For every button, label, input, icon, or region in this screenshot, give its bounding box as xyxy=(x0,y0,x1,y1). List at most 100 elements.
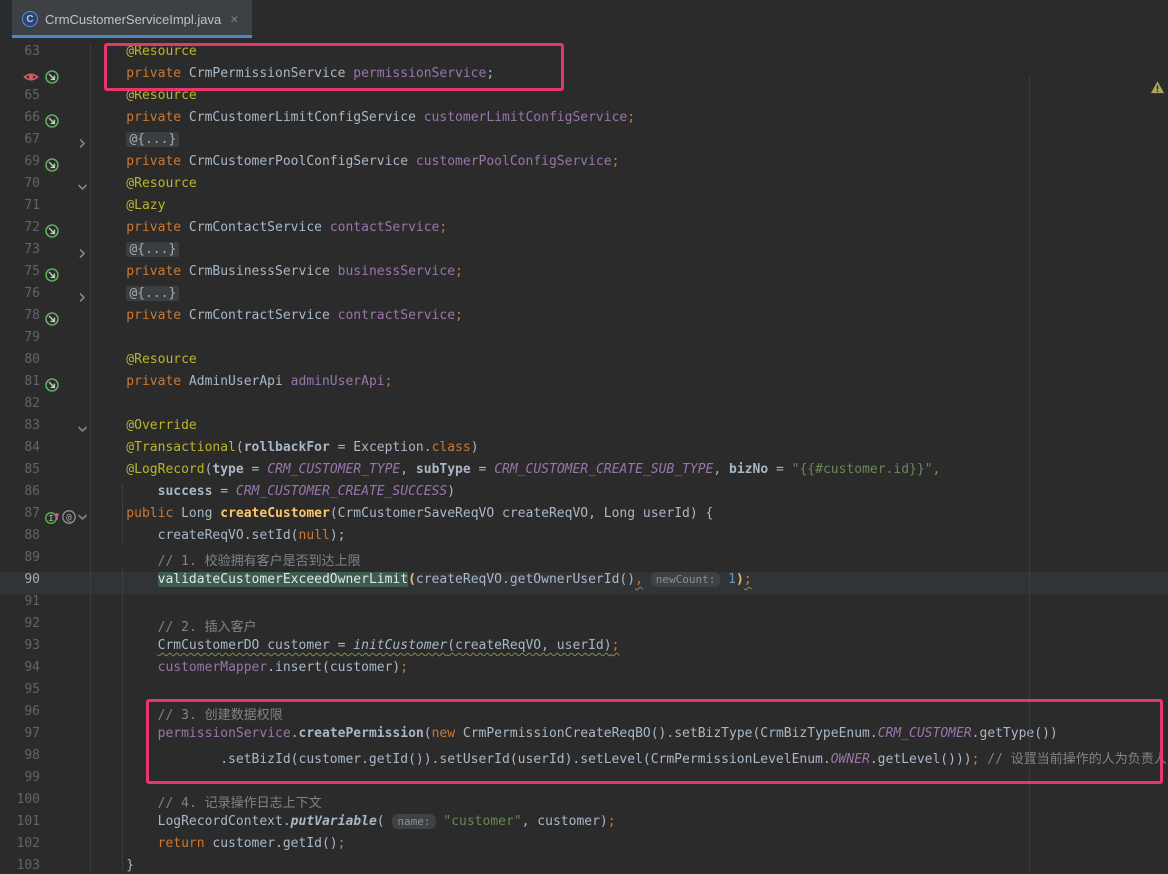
code-line[interactable]: 81 private AdminUserApi adminUserApi; xyxy=(0,374,1168,396)
code-line[interactable]: 78 private CrmContractService contractSe… xyxy=(0,308,1168,330)
code-line[interactable]: 86 success = CRM_CUSTOMER_CREATE_SUCCESS… xyxy=(0,484,1168,506)
fold-chevron-collapsed-icon[interactable] xyxy=(74,135,90,151)
fold-chevron-collapsed-icon[interactable] xyxy=(74,245,90,261)
code-text[interactable]: private AdminUserApi adminUserApi; xyxy=(91,374,392,396)
code-text[interactable]: .setBizId(customer.getId()).setUserId(us… xyxy=(91,748,1167,770)
code-line[interactable]: 82 xyxy=(0,396,1168,418)
watchpoint-eye-icon[interactable] xyxy=(23,69,39,85)
code-editor[interactable]: 63 @Resource private CrmPermissionServic… xyxy=(0,38,1168,874)
code-text[interactable]: @{...} xyxy=(91,286,179,308)
code-line[interactable]: 93 CrmCustomerDO customer = initCustomer… xyxy=(0,638,1168,660)
code-text[interactable]: LogRecordContext.putVariable( name: "cus… xyxy=(91,814,616,836)
code-text[interactable]: @{...} xyxy=(91,242,179,264)
spring-bean-icon[interactable] xyxy=(44,311,60,327)
code-text[interactable]: public Long createCustomer(CrmCustomerSa… xyxy=(91,506,713,528)
spring-bean-icon[interactable] xyxy=(44,267,60,283)
code-text[interactable] xyxy=(91,682,95,704)
code-line[interactable]: 69 private CrmCustomerPoolConfigService … xyxy=(0,154,1168,176)
code-line[interactable]: 103 } xyxy=(0,858,1168,874)
code-text[interactable]: return customer.getId(); xyxy=(91,836,345,858)
code-line[interactable]: 85 @LogRecord(type = CRM_CUSTOMER_TYPE, … xyxy=(0,462,1168,484)
code-line[interactable]: 73 @{...} xyxy=(0,242,1168,264)
spring-bean-icon[interactable] xyxy=(44,223,60,239)
code-line[interactable]: 97 permissionService.createPermission(ne… xyxy=(0,726,1168,748)
code-line[interactable]: 89 // 1. 校验拥有客户是否到达上限 xyxy=(0,550,1168,572)
code-line[interactable]: 65 @Resource xyxy=(0,88,1168,110)
gutter: 66 xyxy=(0,110,91,132)
code-line[interactable]: 66 private CrmCustomerLimitConfigService… xyxy=(0,110,1168,132)
fold-chevron-expanded-icon[interactable] xyxy=(74,179,90,195)
code-line[interactable]: 99 xyxy=(0,770,1168,792)
code-line[interactable]: 100 // 4. 记录操作日志上下文 xyxy=(0,792,1168,814)
tab-crmcustomerserviceimpl[interactable]: C CrmCustomerServiceImpl.java × xyxy=(12,0,252,38)
code-text[interactable]: @Lazy xyxy=(91,198,165,220)
code-text[interactable]: customerMapper.insert(customer); xyxy=(91,660,408,682)
code-text[interactable]: private CrmContractService contractServi… xyxy=(91,308,463,330)
code-segment: public xyxy=(95,506,173,521)
code-line[interactable]: 88 createReqVO.setId(null); xyxy=(0,528,1168,550)
code-line[interactable]: 71 @Lazy xyxy=(0,198,1168,220)
code-line[interactable]: 87I@ public Long createCustomer(CrmCusto… xyxy=(0,506,1168,528)
code-text[interactable]: private CrmCustomerLimitConfigService cu… xyxy=(91,110,635,132)
code-text[interactable]: @Override xyxy=(91,418,197,440)
spring-bean-icon[interactable] xyxy=(44,113,60,129)
code-text[interactable]: // 1. 校验拥有客户是否到达上限 xyxy=(91,550,361,572)
code-line[interactable]: 75 private CrmBusinessService businessSe… xyxy=(0,264,1168,286)
code-text[interactable]: // 4. 记录操作日志上下文 xyxy=(91,792,322,814)
fold-chevron-expanded-icon[interactable] xyxy=(74,509,90,525)
code-line[interactable]: 98 .setBizId(customer.getId()).setUserId… xyxy=(0,748,1168,770)
code-text[interactable]: @Resource xyxy=(91,88,197,110)
override-impl-icon[interactable]: I xyxy=(44,509,60,525)
code-line[interactable]: 67 @{...} xyxy=(0,132,1168,154)
code-text[interactable]: @Resource xyxy=(91,176,197,198)
code-line[interactable]: private CrmPermissionService permissionS… xyxy=(0,66,1168,88)
code-text[interactable]: validateCustomerExceedOwnerLimit(createR… xyxy=(91,572,752,594)
fold-chevron-expanded-icon[interactable] xyxy=(74,421,90,437)
code-line[interactable]: 80 @Resource xyxy=(0,352,1168,374)
inspections-warning-icon[interactable] xyxy=(1150,80,1165,95)
code-text[interactable]: private CrmCustomerPoolConfigService cus… xyxy=(91,154,619,176)
code-text[interactable] xyxy=(91,594,95,616)
code-text[interactable]: private CrmPermissionService permissionS… xyxy=(91,66,494,88)
code-line[interactable]: 92 // 2. 插入客户 xyxy=(0,616,1168,638)
code-line[interactable]: 96 // 3. 创建数据权限 xyxy=(0,704,1168,726)
code-line[interactable]: 70 @Resource xyxy=(0,176,1168,198)
code-text[interactable]: @Resource xyxy=(91,352,197,374)
code-text[interactable]: @{...} xyxy=(91,132,179,154)
code-line[interactable]: 76 @{...} xyxy=(0,286,1168,308)
code-line[interactable]: 72 private CrmContactService contactServ… xyxy=(0,220,1168,242)
code-line[interactable]: 95 xyxy=(0,682,1168,704)
code-line[interactable]: 90 validateCustomerExceedOwnerLimit(crea… xyxy=(0,572,1168,594)
code-line[interactable]: 91 xyxy=(0,594,1168,616)
code-line[interactable]: 63 @Resource xyxy=(0,44,1168,66)
code-line[interactable]: 94 customerMapper.insert(customer); xyxy=(0,660,1168,682)
code-text[interactable]: // 3. 创建数据权限 xyxy=(91,704,283,726)
code-line[interactable]: 101 LogRecordContext.putVariable( name: … xyxy=(0,814,1168,836)
spring-bean-icon[interactable] xyxy=(44,157,60,173)
code-segment: "{{#customer.id}}" xyxy=(792,462,933,477)
spring-bean-icon[interactable] xyxy=(44,377,60,393)
code-text[interactable]: } xyxy=(91,858,134,874)
code-text[interactable]: @Resource xyxy=(91,44,197,66)
code-text[interactable]: createReqVO.setId(null); xyxy=(91,528,345,550)
code-text[interactable] xyxy=(91,330,95,352)
code-line[interactable]: 79 xyxy=(0,330,1168,352)
code-text[interactable]: CrmCustomerDO customer = initCustomer(cr… xyxy=(91,638,619,660)
tab-close-icon[interactable]: × xyxy=(228,10,240,28)
spring-bean-icon[interactable] xyxy=(44,69,60,85)
code-text[interactable] xyxy=(91,396,95,418)
code-line[interactable]: 84 @Transactional(rollbackFor = Exceptio… xyxy=(0,440,1168,462)
gutter: 100 xyxy=(0,792,91,814)
code-text[interactable]: permissionService.createPermission(new C… xyxy=(91,726,1058,748)
code-text[interactable]: success = CRM_CUSTOMER_CREATE_SUCCESS) xyxy=(91,484,455,506)
fold-chevron-collapsed-icon[interactable] xyxy=(74,289,90,305)
code-text[interactable]: private CrmContactService contactService… xyxy=(91,220,447,242)
code-line[interactable]: 83 @Override xyxy=(0,418,1168,440)
code-text[interactable] xyxy=(91,770,95,792)
code-text[interactable]: private CrmBusinessService businessServi… xyxy=(91,264,463,286)
code-line[interactable]: 102 return customer.getId(); xyxy=(0,836,1168,858)
code-text[interactable]: @LogRecord(type = CRM_CUSTOMER_TYPE, sub… xyxy=(91,462,940,484)
code-text[interactable]: // 2. 插入客户 xyxy=(91,616,257,638)
code-text[interactable]: @Transactional(rollbackFor = Exception.c… xyxy=(91,440,479,462)
gutter: 87I@ xyxy=(0,506,91,528)
